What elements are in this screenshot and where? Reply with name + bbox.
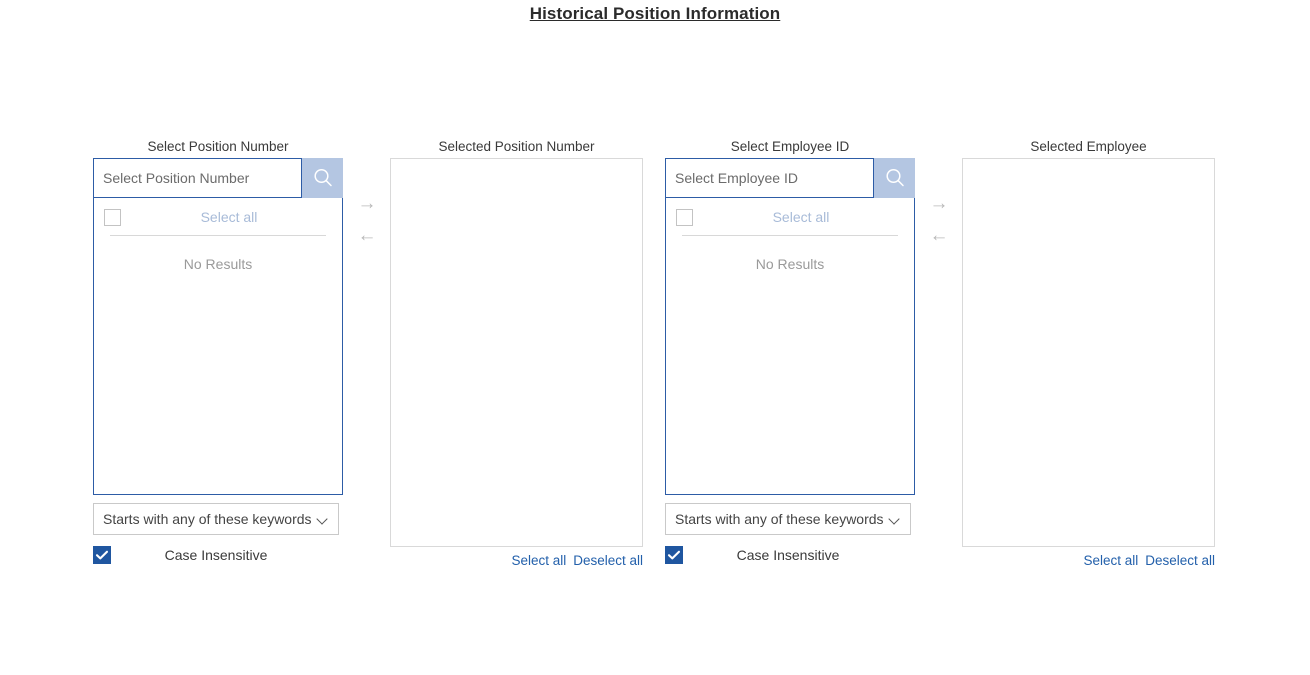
position-number-select-all-row[interactable]: Select all xyxy=(94,198,342,235)
employee-id-select-all-label: Select all xyxy=(772,208,830,225)
employee-id-picker: Select Employee ID Select all No Results xyxy=(665,140,915,566)
employee-id-list-box[interactable]: Select all No Results xyxy=(665,198,915,495)
position-number-search-input[interactable] xyxy=(93,158,302,198)
position-number-no-results: No Results xyxy=(183,256,253,272)
move-employee-left-button[interactable]: ← xyxy=(924,220,954,252)
selected-position-deselect-all-link[interactable]: Deselect all xyxy=(573,553,643,568)
position-transfer-arrows: → ← xyxy=(352,188,382,252)
selected-employee-select-all-link[interactable]: Select all xyxy=(1083,553,1138,568)
selected-employee-links: Select all Deselect all xyxy=(962,553,1215,569)
search-icon xyxy=(884,167,906,189)
employee-id-panel-label: Select Employee ID xyxy=(730,139,850,154)
position-number-case-insensitive-label: Case Insensitive xyxy=(164,547,268,563)
selected-position-select-all-link[interactable]: Select all xyxy=(511,553,566,568)
position-number-case-insensitive-row: Case Insensitive xyxy=(93,546,343,566)
employee-id-search-row xyxy=(665,158,915,198)
selected-employee-list[interactable] xyxy=(962,158,1215,547)
selected-position-number-links: Select all Deselect all xyxy=(390,553,643,569)
position-number-panel-label: Select Position Number xyxy=(147,139,289,154)
employee-id-select-all-checkbox[interactable] xyxy=(676,209,693,226)
employee-id-search-button[interactable] xyxy=(874,158,915,198)
move-position-right-button[interactable]: → xyxy=(352,188,382,220)
position-number-list-divider xyxy=(110,235,326,236)
employee-id-keyword-select[interactable]: Starts with any of these keywords xyxy=(665,503,911,535)
employee-id-no-results: No Results xyxy=(755,256,825,272)
position-number-search-button[interactable] xyxy=(302,158,343,198)
move-employee-right-button[interactable]: → xyxy=(924,188,954,220)
position-number-select-all-label: Select all xyxy=(200,208,258,225)
search-icon xyxy=(312,167,334,189)
position-number-list-box[interactable]: Select all No Results xyxy=(93,198,343,495)
position-number-picker: Select Position Number Select all No Res… xyxy=(93,140,343,566)
position-number-keyword-value: Starts with any of these keywords xyxy=(103,511,312,527)
employee-transfer-arrows: → ← xyxy=(924,188,954,252)
position-number-search-row xyxy=(93,158,343,198)
page-title: Historical Position Information xyxy=(529,4,781,23)
chevron-down-icon xyxy=(889,513,901,525)
position-number-keyword-select[interactable]: Starts with any of these keywords xyxy=(93,503,339,535)
selected-employee-deselect-all-link[interactable]: Deselect all xyxy=(1145,553,1215,568)
selected-position-number-list[interactable] xyxy=(390,158,643,547)
employee-id-search-input[interactable] xyxy=(665,158,874,198)
employee-id-case-insensitive-label: Case Insensitive xyxy=(736,547,840,563)
employee-id-list-divider xyxy=(682,235,898,236)
selected-employee-panel: Selected Employee Select all Deselect all xyxy=(962,140,1215,569)
employee-id-keyword-value: Starts with any of these keywords xyxy=(675,511,884,527)
chevron-down-icon xyxy=(317,513,329,525)
move-position-left-button[interactable]: ← xyxy=(352,220,382,252)
position-number-select-all-checkbox[interactable] xyxy=(104,209,121,226)
employee-id-select-all-row[interactable]: Select all xyxy=(666,198,914,235)
selected-position-number-label: Selected Position Number xyxy=(438,139,595,154)
selected-position-number-panel: Selected Position Number Select all Desel… xyxy=(390,140,643,569)
employee-id-case-insensitive-row: Case Insensitive xyxy=(665,546,915,566)
selected-employee-label: Selected Employee xyxy=(1030,139,1147,154)
